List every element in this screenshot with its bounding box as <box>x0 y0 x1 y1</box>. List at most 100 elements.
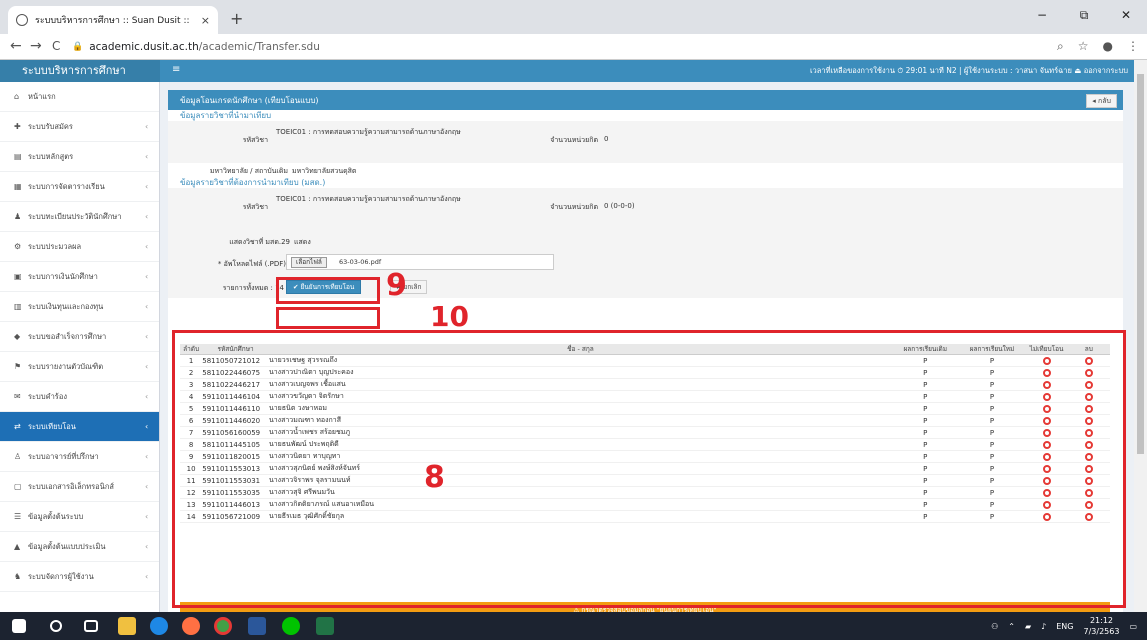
sidebar-item-label: ข้อมูลตั้งต้นระบบ <box>28 511 84 521</box>
menu-dots-icon[interactable]: ⋮ <box>1127 39 1139 54</box>
menu-toggle-icon[interactable]: ≡ <box>172 64 180 75</box>
sidebar-item[interactable]: ♞ ระบบจัดการผู้ใช้งาน ‹ <box>0 562 159 592</box>
app-header: ระบบบริหารการศึกษา ≡ เวลาที่เหลือของการใ… <box>0 60 1134 82</box>
network-icon[interactable]: ▰ <box>1025 622 1031 631</box>
sidebar-item[interactable]: ✚ ระบบรับสมัคร ‹ <box>0 112 159 142</box>
credits2-label: จำนวนหน่วยกิต <box>550 203 598 211</box>
sidebar-item-label: ข้อมูลตั้งต้นแบบประเมิน <box>28 541 106 551</box>
new-tab-button[interactable]: + <box>230 9 243 28</box>
people-icon[interactable]: ⚇ <box>991 622 998 631</box>
back-page-button[interactable]: ◂ กลับ <box>1086 94 1117 108</box>
zoom-icon[interactable]: ⌕ <box>1057 39 1064 54</box>
window-controls: − ⧉ ✕ <box>1021 0 1147 30</box>
subject2-label: รหัสวิชา <box>242 203 268 211</box>
word-icon[interactable] <box>248 617 266 635</box>
teacher-icon: ♙ <box>14 452 22 461</box>
tray-up-icon[interactable]: ⌃ <box>1008 622 1015 631</box>
annotation-number-8: 8 <box>424 460 445 495</box>
show-label: แสดงวิชาที่ มสด.29 <box>229 238 290 246</box>
flag-icon: ⚑ <box>14 362 22 371</box>
browser-tab[interactable]: ระบบบริหารการศึกษา :: Suan Dusit :: × <box>8 6 218 34</box>
account-icon[interactable]: ● <box>1103 39 1113 54</box>
task-view-icon[interactable] <box>84 620 98 632</box>
credits2-value: 0 (0-0-0) <box>604 202 635 210</box>
page-scrollbar[interactable] <box>1134 60 1147 612</box>
notifications-icon[interactable]: ▭ <box>1129 622 1137 631</box>
windows-start-icon[interactable] <box>12 619 26 633</box>
tab-close-icon[interactable]: × <box>201 14 210 27</box>
sidebar-item-label: ระบบรับสมัคร <box>28 121 73 131</box>
address-bar: ← → C 🔒 academic.dusit.ac.th/academic/Tr… <box>0 34 1147 60</box>
sidebar-item[interactable]: ▦ ระบบการจัดตารางเรียน ‹ <box>0 172 159 202</box>
forward-button[interactable]: → <box>30 38 42 54</box>
sidebar-item-label: ระบบเงินทุนและกองทุน <box>28 301 104 311</box>
chevron-left-icon: ‹ <box>145 542 149 551</box>
line-icon[interactable] <box>282 617 300 635</box>
lock-icon: 🔒 <box>72 42 84 52</box>
sidebar-item[interactable]: ▢ ระบบเอกสารอิเล็กทรอนิกส์ ‹ <box>0 472 159 502</box>
annotation-box-9 <box>276 277 380 304</box>
chevron-left-icon: ‹ <box>145 512 149 521</box>
sidebar-item-label: ระบบจัดการผู้ใช้งาน <box>28 571 94 581</box>
graduate-icon: ◆ <box>14 332 21 341</box>
university-row: มหาวิทยาลัย / สถาบันเดิม มหาวิทยาลัยสวนด… <box>168 163 1123 177</box>
sidebar-item[interactable]: ⚑ ระบบรายงานตัวบัณฑิต ‹ <box>0 352 159 382</box>
chevron-left-icon: ‹ <box>145 182 149 191</box>
app-brand[interactable]: ระบบบริหารการศึกษา <box>0 60 160 82</box>
scrollbar-thumb[interactable] <box>1137 74 1144 454</box>
chrome-icon[interactable] <box>214 617 232 635</box>
user-info: เวลาที่เหลือของการใช้งาน ⏱ 29:01 นาที N2… <box>809 66 1128 75</box>
sidebar-item[interactable]: ♙ ระบบอาจารย์ที่ปรึกษา ‹ <box>0 442 159 472</box>
edge-icon[interactable] <box>150 617 168 635</box>
sidebar-item[interactable]: ◆ ระบบขอสำเร็จการศึกษา ‹ <box>0 322 159 352</box>
volume-icon[interactable]: ♪ <box>1041 622 1046 631</box>
chevron-left-icon: ‹ <box>145 362 149 371</box>
url-field[interactable]: 🔒 academic.dusit.ac.th/academic/Transfer… <box>72 37 1052 57</box>
annotation-box-10 <box>276 307 380 329</box>
chart-icon: ▲ <box>14 542 21 551</box>
file-icon: ▢ <box>14 482 22 491</box>
url-path: /academic/Transfer.sdu <box>198 41 320 53</box>
sidebar-item[interactable]: ▣ ระบบการเงินนักศึกษา ‹ <box>0 262 159 292</box>
file-explorer-icon[interactable] <box>118 617 136 635</box>
book-icon: ▤ <box>14 152 22 161</box>
file-input[interactable]: เลือกไฟล์ 63-03-06.pdf <box>286 254 554 270</box>
count-label: รายการทั้งหมด : 14 <box>222 284 284 292</box>
sidebar-item[interactable]: ▲ ข้อมูลตั้งต้นแบบประเมิน ‹ <box>0 532 159 562</box>
money-icon: ▣ <box>14 272 22 281</box>
star-icon[interactable]: ☆ <box>1078 39 1089 54</box>
search-icon[interactable] <box>50 620 62 632</box>
sidebar-item[interactable]: ▥ ระบบเงินทุนและกองทุน ‹ <box>0 292 159 322</box>
clock[interactable]: 21:12 7/3/2563 <box>1084 615 1120 637</box>
reload-button[interactable]: C <box>52 39 60 53</box>
file-name: 63-03-06.pdf <box>339 258 382 266</box>
sidebar-item-label: ระบบเอกสารอิเล็กทรอนิกส์ <box>28 481 114 491</box>
subject-label: รหัสวิชา <box>242 136 268 144</box>
excel-icon[interactable] <box>316 617 334 635</box>
sidebar-item[interactable]: ♟ ระบบทะเบียนประวัตินักศึกษา ‹ <box>0 202 159 232</box>
annotation-number-10: 10 <box>430 300 469 333</box>
box-header: ข้อมูลโอนเกรดนักศึกษา (เทียบโอนแบบ) ◂ กล… <box>168 92 1123 110</box>
minimize-button[interactable]: − <box>1021 0 1063 30</box>
exchange-icon: ⇄ <box>14 422 21 431</box>
home-icon: ⌂ <box>14 92 20 101</box>
choose-file-button[interactable]: เลือกไฟล์ <box>291 257 327 268</box>
close-window-button[interactable]: ✕ <box>1105 0 1147 30</box>
sidebar-item[interactable]: ▤ ระบบหลักสูตร ‹ <box>0 142 159 172</box>
language-indicator[interactable]: ENG <box>1056 622 1073 631</box>
sidebar-item[interactable]: ☰ ข้อมูลตั้งต้นระบบ ‹ <box>0 502 159 532</box>
annotation-box-8 <box>172 330 1126 608</box>
system-tray: ⚇ ⌃ ▰ ♪ ENG 21:12 7/3/2563 ▭ <box>991 612 1137 640</box>
show-row: แสดงวิชาที่ มสด.29 แสดง <box>168 230 1123 252</box>
sidebar-item[interactable]: ⇄ ระบบเทียบโอน ‹ <box>0 412 159 442</box>
bank-icon: ▥ <box>14 302 22 311</box>
sidebar-item[interactable]: ✉ ระบบคำร้อง ‹ <box>0 382 159 412</box>
maximize-button[interactable]: ⧉ <box>1063 0 1105 30</box>
back-button[interactable]: ← <box>10 38 22 54</box>
sidebar-item[interactable]: ⚙ ระบบประมวลผล ‹ <box>0 232 159 262</box>
sidebar-item-label: ระบบคำร้อง <box>28 391 68 401</box>
firefox-icon[interactable] <box>182 617 200 635</box>
upload-row: * อัพโหลดไฟล์ (.PDF) เลือกไฟล์ 63-03-06.… <box>168 252 1123 276</box>
sidebar-item[interactable]: ⌂ หน้าแรก <box>0 82 159 112</box>
credits-label: จำนวนหน่วยกิต <box>550 136 598 144</box>
